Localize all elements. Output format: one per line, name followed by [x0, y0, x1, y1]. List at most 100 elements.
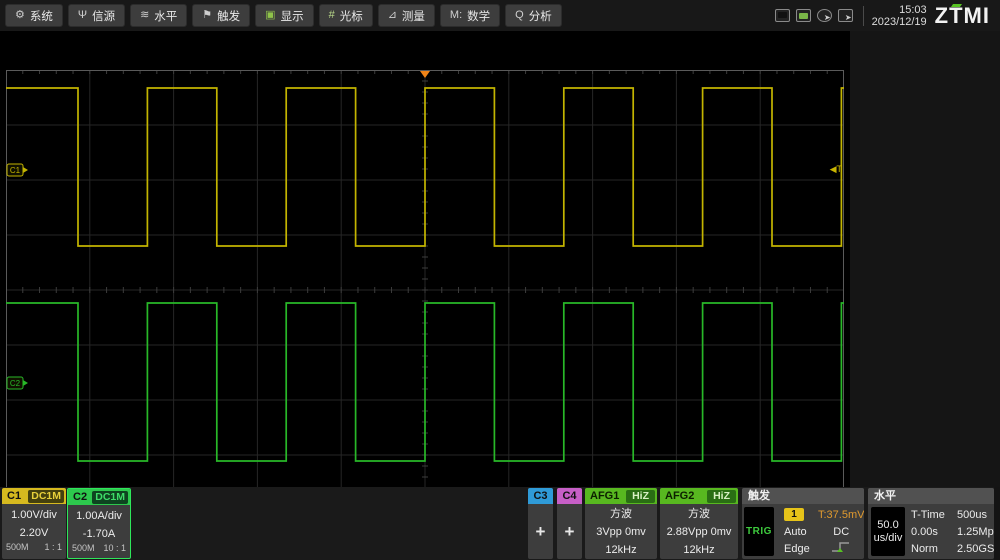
cursor-button-label: 光标	[339, 10, 363, 23]
trigger-button[interactable]: ⚑ 触发	[192, 4, 251, 27]
afg2-panel[interactable]: AFG2 HiZ 方波 2.88Vpp 0mv 12kHz	[660, 488, 738, 559]
topbar-divider	[862, 5, 864, 26]
channel2-name: C2	[73, 491, 88, 503]
marker-arrow-icon	[23, 380, 28, 386]
logo-accent	[950, 4, 962, 7]
trigger-source-badge[interactable]: 1	[784, 508, 804, 521]
display-button[interactable]: ▣ 显示	[255, 4, 314, 27]
system-button[interactable]: ⚙ 系统	[5, 4, 63, 27]
brand-logo: ZTMI	[935, 0, 990, 31]
display-button-label: 显示	[280, 10, 304, 23]
delay-value[interactable]: 0.00s	[907, 526, 953, 538]
source-icon: Ψ	[77, 9, 88, 21]
trigger-level-marker[interactable]: ◀T	[830, 164, 843, 174]
trigger-level-value[interactable]: T:37.5mV	[818, 509, 864, 521]
cursor-icon: #	[328, 9, 335, 21]
channel2-probe: 10 : 1	[103, 543, 126, 553]
analyze-button[interactable]: Q 分析	[505, 4, 562, 27]
acquisition-mode[interactable]: Norm	[907, 543, 953, 555]
channel4-panel[interactable]: C4 +	[557, 488, 582, 559]
afg1-panel[interactable]: AFG1 HiZ 方波 3Vpp 0mv 12kHz	[585, 488, 657, 559]
channel3-panel[interactable]: C3 +	[528, 488, 553, 559]
trigger-button-label: 触发	[217, 10, 241, 23]
measure-button[interactable]: ⊿ 测量	[377, 4, 435, 27]
math-icon: M:	[449, 9, 463, 21]
horizontal-scale-box[interactable]: 50.0 us/div	[871, 507, 905, 556]
trigger-status: TRIG	[746, 526, 772, 537]
bottom-bar: C1 DC1M 1.00V/div 2.20V 500M 1 : 1 C2 DC…	[0, 487, 1000, 560]
afg1-waveform-type: 方波	[610, 508, 632, 520]
afg2-header: AFG2 HiZ	[660, 488, 738, 504]
c2-trace	[6, 302, 844, 462]
channel4-header: C4	[557, 488, 582, 504]
channel1-header: C1 DC1M	[2, 488, 66, 504]
trigger-info: TRIG 1 T:37.5mV Auto DC Edge	[742, 504, 864, 557]
cursor-button[interactable]: # 光标	[318, 4, 373, 27]
channel1-name: C1	[7, 490, 22, 502]
afg2-amplitude: 2.88Vpp	[666, 526, 708, 538]
afg1-offset: 0mv	[624, 526, 646, 538]
trigger-coupling[interactable]: DC	[818, 526, 864, 538]
edge-rising-icon	[832, 541, 850, 552]
mouse-icon[interactable]: ➤	[816, 9, 832, 22]
channel4-add-button[interactable]: +	[557, 504, 582, 559]
channel1-values: 1.00V/div 2.20V	[2, 504, 66, 542]
plus-icon: +	[535, 521, 546, 541]
afg1-header: AFG1 HiZ	[585, 488, 657, 504]
screen-icon[interactable]	[774, 9, 790, 22]
channel1-bandwidth: 500M	[6, 542, 29, 552]
measure-button-label: 测量	[401, 10, 425, 23]
trigger-status-box: TRIG	[744, 507, 774, 556]
afg2-waveform-type: 方波	[688, 508, 710, 520]
horizontal-button-label: 水平	[154, 10, 178, 23]
clock-date: 2023/12/19	[871, 15, 927, 28]
channel1-scale: 1.00V/div	[11, 509, 57, 521]
channel1-panel[interactable]: C1 DC1M 1.00V/div 2.20V 500M 1 : 1	[2, 488, 66, 559]
gear-icon: ⚙	[15, 9, 25, 21]
ttime-value: 500us	[957, 508, 987, 521]
trigger-mode[interactable]: Auto	[776, 526, 816, 538]
display-icon: ▣	[265, 9, 276, 21]
channel2-scale: 1.00A/div	[76, 510, 122, 522]
source-button[interactable]: Ψ 信源	[67, 4, 126, 27]
trigger-position-marker[interactable]	[420, 71, 430, 78]
source-button-label: 信源	[92, 10, 116, 23]
top-toolbar: ⚙ 系统 Ψ 信源 ≋ 水平 ⚑ 触发 ▣ 显示 # 光标 ⊿ 测量 M: 数学	[0, 0, 1000, 31]
math-button[interactable]: M: 数学	[439, 4, 501, 27]
record-points: 1.25Mpts	[957, 525, 994, 538]
bottom-right-strip	[994, 487, 1000, 560]
horizontal-button[interactable]: ≋ 水平	[130, 4, 188, 27]
channel3-add-button[interactable]: +	[528, 504, 553, 559]
horizontal-panel-title: 水平	[868, 488, 994, 504]
scope-display[interactable]: C1 C2 ◀T	[6, 70, 844, 510]
oscilloscope-app: ⚙ 系统 Ψ 信源 ≋ 水平 ⚑ 触发 ▣ 显示 # 光标 ⊿ 测量 M: 数学	[0, 0, 1000, 560]
measure-icon: ⊿	[387, 9, 397, 21]
touch-icon[interactable]: ➤	[837, 9, 853, 22]
magnifier-icon: Q	[515, 9, 524, 21]
trigger-flag-icon: ⚑	[202, 9, 213, 21]
afg2-offset: 0mv	[710, 526, 732, 538]
marker-arrow-icon	[23, 167, 28, 173]
marker-label: C1	[10, 166, 21, 175]
brand-logo-text: ZTMI	[934, 3, 990, 28]
afg1-frequency: 12kHz	[605, 544, 637, 556]
c1-offset-marker[interactable]: C1	[6, 163, 28, 177]
channel1-footer: 500M 1 : 1	[2, 542, 66, 552]
c2-offset-marker[interactable]: C2	[6, 376, 28, 390]
analyze-button-label: 分析	[528, 10, 552, 23]
trigger-panel-title: 触发	[742, 488, 864, 504]
c1-trace	[6, 87, 844, 247]
trigger-type[interactable]: Edge	[776, 543, 816, 555]
horizontal-panel[interactable]: 水平 50.0 us/div T-Time 500us 0.00s 1.25Mp…	[868, 488, 994, 559]
horizontal-scale-value: 50.0	[877, 518, 899, 531]
trigger-panel[interactable]: 触发 TRIG 1 T:37.5mV Auto DC Edge	[742, 488, 864, 559]
afg2-frequency: 12kHz	[683, 544, 715, 556]
horizontal-icon: ≋	[140, 9, 150, 21]
clock-time: 15:03	[899, 3, 927, 16]
channel1-coupling-badge: DC1M	[28, 489, 64, 503]
channel3-header: C3	[528, 488, 553, 504]
channel1-probe: 1 : 1	[44, 542, 62, 552]
trigger-edge-cell[interactable]	[818, 539, 864, 559]
usb-storage-icon[interactable]	[795, 9, 811, 22]
channel2-panel[interactable]: C2 DC1M 1.00A/div -1.70A 500M 10 : 1	[67, 488, 131, 559]
